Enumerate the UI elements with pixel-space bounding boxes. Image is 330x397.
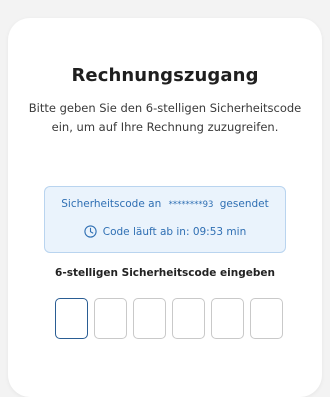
code-sent-suffix: gesendet <box>219 198 269 210</box>
code-input-group <box>55 298 283 339</box>
code-digit-input-4[interactable] <box>172 298 205 339</box>
page-subtitle: Bitte geben Sie den 6-stelligen Sicherhe… <box>28 101 302 134</box>
code-expiry-text: Code läuft ab in: 09:53 min <box>102 225 247 238</box>
code-digit-input-3[interactable] <box>133 298 166 339</box>
page-title: Rechnungszugang <box>71 65 259 86</box>
login-card: Rechnungszugang Bitte geben Sie den 6-st… <box>8 18 322 397</box>
code-sent-notice: Sicherheitscode an ********93 gesendet <box>45 198 285 210</box>
code-expiry-notice: Code läuft ab in: 09:53 min <box>45 225 285 238</box>
masked-phone-number: ********93 <box>168 200 214 210</box>
code-digit-input-1[interactable] <box>55 298 88 339</box>
code-digit-input-6[interactable] <box>250 298 283 339</box>
code-sent-prefix: Sicherheitscode an <box>61 198 162 210</box>
code-digit-input-2[interactable] <box>94 298 127 339</box>
code-info-box: Sicherheitscode an ********93 gesendet C… <box>44 186 286 253</box>
code-input-label: 6-stelligen Sicherheitscode eingeben <box>55 267 275 279</box>
clock-icon <box>84 225 97 238</box>
code-digit-input-5[interactable] <box>211 298 244 339</box>
